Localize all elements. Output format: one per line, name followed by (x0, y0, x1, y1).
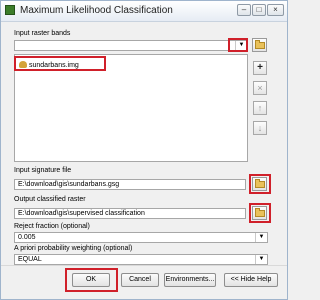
output-classified-raster-label: Output classified raster (14, 196, 86, 203)
app-icon (5, 5, 15, 15)
input-raster-bands-dropdown[interactable]: ▼ (14, 40, 248, 51)
a-priori-weighting-dropdown[interactable]: EQUAL ▼ (14, 254, 268, 265)
a-priori-weighting-value: EQUAL (18, 256, 42, 263)
input-signature-file-label: Input signature file (14, 167, 72, 174)
add-button[interactable]: + (253, 61, 267, 75)
folder-icon (255, 179, 265, 188)
reject-fraction-dropdown[interactable]: 0.005 ▼ (14, 232, 268, 243)
reject-fraction-value: 0.005 (18, 234, 36, 241)
folder-icon (255, 208, 265, 217)
browse-output-button[interactable] (252, 206, 267, 220)
separator (1, 265, 287, 266)
maximum-likelihood-dialog: Maximum Likelihood Classification – □ × … (0, 0, 288, 300)
list-item-label: sundarbans.img (29, 62, 79, 69)
maximize-button[interactable]: □ (252, 4, 266, 16)
raster-bands-list[interactable]: sundarbans.img (14, 54, 248, 162)
input-raster-bands-label: Input raster bands (14, 30, 71, 37)
reject-fraction-label: Reject fraction (optional) (14, 223, 90, 230)
move-down-button[interactable]: ↓ (253, 121, 267, 135)
chevron-down-icon[interactable]: ▼ (255, 233, 267, 242)
cancel-button[interactable]: Cancel (121, 273, 159, 287)
hide-help-button[interactable]: << Hide Help (224, 273, 278, 287)
title-bar: Maximum Likelihood Classification – □ × (1, 1, 287, 22)
raster-icon (19, 61, 27, 68)
minimize-button[interactable]: – (237, 4, 251, 16)
folder-icon (255, 40, 265, 49)
output-classified-raster-field[interactable]: E:\download\gis\supervised classificatio… (14, 208, 246, 219)
a-priori-weighting-label: A priori probability weighting (optional… (14, 245, 133, 252)
window-title: Maximum Likelihood Classification (20, 5, 173, 16)
move-up-button[interactable]: ↑ (253, 101, 267, 115)
browse-signature-button[interactable] (252, 177, 267, 191)
close-button[interactable]: × (267, 4, 284, 16)
remove-button[interactable]: × (253, 81, 267, 95)
browse-raster-button[interactable] (252, 38, 267, 52)
chevron-down-icon[interactable]: ▼ (235, 41, 247, 50)
chevron-down-icon[interactable]: ▼ (255, 255, 267, 264)
environments-button[interactable]: Environments... (164, 273, 216, 287)
input-signature-file-field[interactable]: E:\download\gis\sundarbans.gsg (14, 179, 246, 190)
ok-button[interactable]: OK (72, 273, 110, 287)
list-item[interactable]: sundarbans.img (19, 60, 79, 71)
